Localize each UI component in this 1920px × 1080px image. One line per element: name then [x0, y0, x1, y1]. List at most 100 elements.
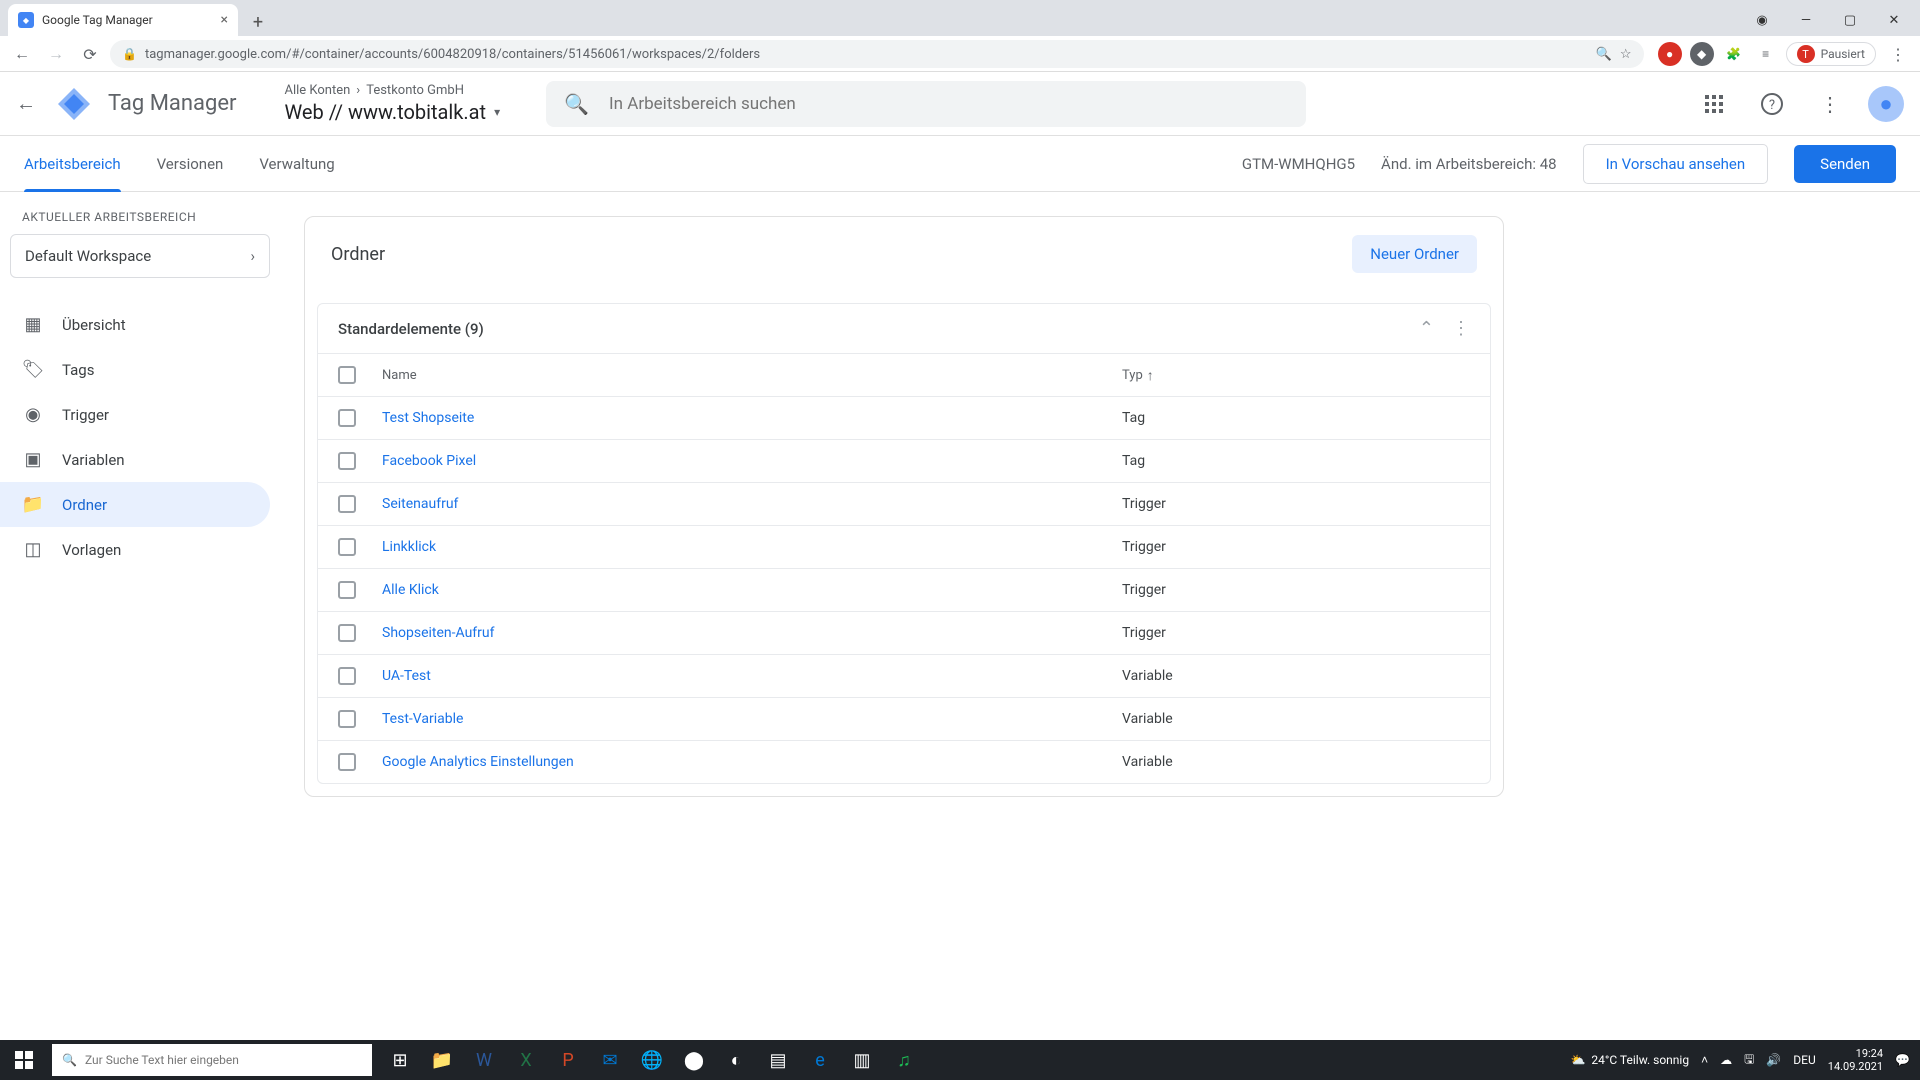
browser-back-icon[interactable]: ← — [8, 40, 36, 68]
tab-versions[interactable]: Versionen — [157, 136, 224, 192]
sidebar-item-tags[interactable]: 🏷 Tags — [0, 347, 270, 392]
table-row[interactable]: Seitenaufruf Trigger — [318, 483, 1490, 526]
row-checkbox[interactable] — [338, 538, 356, 556]
row-checkbox[interactable] — [338, 710, 356, 728]
sidebar-item-overview[interactable]: ▦ Übersicht — [0, 302, 270, 347]
action-center-icon[interactable]: 💬 — [1895, 1053, 1910, 1067]
workspace-selector[interactable]: Default Workspace › — [10, 234, 270, 278]
table-row[interactable]: UA-Test Variable — [318, 655, 1490, 698]
row-checkbox[interactable] — [338, 581, 356, 599]
row-checkbox[interactable] — [338, 624, 356, 642]
row-name-link[interactable]: Test Shopseite — [382, 410, 1122, 426]
row-name-link[interactable]: UA-Test — [382, 668, 1122, 684]
chrome-icon[interactable]: 🌐 — [632, 1040, 672, 1080]
kebab-menu-icon[interactable]: ⋮ — [1452, 318, 1470, 339]
row-name-link[interactable]: Alle Klick — [382, 582, 1122, 598]
container-id[interactable]: GTM-WMHQHG5 — [1242, 155, 1355, 173]
sidebar-item-triggers[interactable]: ◉ Trigger — [0, 392, 270, 437]
edge-icon[interactable]: e — [800, 1040, 840, 1080]
word-icon[interactable]: W — [464, 1040, 504, 1080]
breadcrumb-account[interactable]: Testkonto GmbH — [366, 83, 464, 98]
app-icon[interactable]: ▤ — [758, 1040, 798, 1080]
row-name-link[interactable]: Facebook Pixel — [382, 453, 1122, 469]
window-account-icon[interactable]: ◉ — [1740, 4, 1784, 36]
window-minimize-icon[interactable]: — — [1784, 4, 1828, 36]
start-button[interactable] — [0, 1040, 48, 1080]
row-checkbox[interactable] — [338, 452, 356, 470]
search-in-page-icon[interactable]: 🔍 — [1596, 47, 1612, 62]
tab-admin[interactable]: Verwaltung — [259, 136, 334, 192]
profile-paused[interactable]: T Pausiert — [1786, 42, 1876, 66]
row-name-link[interactable]: Linkklick — [382, 539, 1122, 555]
column-header-name[interactable]: Name — [382, 368, 1122, 383]
tray-network-icon[interactable]: 🖫 — [1744, 1050, 1754, 1071]
row-name-link[interactable]: Test-Variable — [382, 711, 1122, 727]
browser-tab[interactable]: Google Tag Manager × — [8, 4, 238, 36]
obs-icon[interactable]: ⬤ — [674, 1040, 714, 1080]
browser-reload-icon[interactable]: ⟳ — [76, 40, 104, 68]
extension-icon[interactable]: ● — [1658, 42, 1682, 66]
row-checkbox[interactable] — [338, 409, 356, 427]
column-header-type[interactable]: Typ ↑ — [1122, 367, 1154, 384]
row-checkbox[interactable] — [338, 753, 356, 771]
window-maximize-icon[interactable]: ▢ — [1828, 4, 1872, 36]
spotify-icon[interactable]: ♫ — [884, 1040, 924, 1080]
extensions-menu-icon[interactable]: 🧩 — [1722, 42, 1746, 66]
search-input[interactable] — [609, 94, 1288, 114]
row-name-link[interactable]: Google Analytics Einstellungen — [382, 754, 1122, 770]
kebab-menu-icon[interactable]: ⋮ — [1810, 84, 1850, 124]
window-close-icon[interactable]: ✕ — [1872, 4, 1916, 36]
tab-close-icon[interactable]: × — [221, 12, 228, 28]
preview-button[interactable]: In Vorschau ansehen — [1583, 144, 1769, 184]
container-selector[interactable]: Web // www.tobitalk.at ▾ — [284, 100, 500, 124]
user-avatar[interactable] — [1868, 86, 1904, 122]
tray-volume-icon[interactable]: 🔊 — [1766, 1053, 1781, 1067]
table-row[interactable]: Test Shopseite Tag — [318, 397, 1490, 440]
sidebar-item-folders[interactable]: 📁 Ordner — [0, 482, 270, 527]
tray-onedrive-icon[interactable]: ☁ — [1720, 1053, 1732, 1067]
excel-icon[interactable]: X — [506, 1040, 546, 1080]
page-title: Ordner — [331, 244, 1352, 265]
table-row[interactable]: Linkklick Trigger — [318, 526, 1490, 569]
apps-grid-icon[interactable] — [1694, 84, 1734, 124]
sidebar-item-variables[interactable]: ▣ Variablen — [0, 437, 270, 482]
breadcrumb[interactable]: Alle Konten › Testkonto GmbH — [284, 83, 500, 98]
taskbar-clock[interactable]: 19:24 14.09.2021 — [1828, 1047, 1883, 1073]
table-row[interactable]: Alle Klick Trigger — [318, 569, 1490, 612]
browser-menu-icon[interactable]: ⋮ — [1884, 40, 1912, 68]
tray-chevron-icon[interactable]: ˄ — [1701, 1053, 1708, 1067]
mail-icon[interactable]: ✉ — [590, 1040, 630, 1080]
back-arrow-icon[interactable]: ← — [16, 91, 40, 116]
reading-list-icon[interactable]: ≡ — [1754, 42, 1778, 66]
powerpoint-icon[interactable]: P — [548, 1040, 588, 1080]
new-tab-button[interactable]: + — [244, 8, 272, 36]
taskbar-search[interactable]: 🔍 Zur Suche Text hier eingeben — [52, 1044, 372, 1076]
table-row[interactable]: Test-Variable Variable — [318, 698, 1490, 741]
table-row[interactable]: Google Analytics Einstellungen Variable — [318, 741, 1490, 783]
notepad-icon[interactable]: ▥ — [842, 1040, 882, 1080]
table-row[interactable]: Shopseiten-Aufruf Trigger — [318, 612, 1490, 655]
app-icon[interactable]: ◐ — [716, 1040, 756, 1080]
task-view-icon[interactable]: ⊞ — [380, 1040, 420, 1080]
select-all-checkbox[interactable] — [338, 366, 356, 384]
new-folder-button[interactable]: Neuer Ordner — [1352, 235, 1477, 273]
taskbar-weather[interactable]: ⛅ 24°C Teilw. sonnig — [1570, 1053, 1689, 1067]
workspace-changes[interactable]: Änd. im Arbeitsbereich: 48 — [1381, 155, 1557, 173]
row-name-link[interactable]: Shopseiten-Aufruf — [382, 625, 1122, 641]
extension-icon[interactable]: ◆ — [1690, 42, 1714, 66]
help-icon[interactable]: ? — [1752, 84, 1792, 124]
tab-workspace[interactable]: Arbeitsbereich — [24, 136, 121, 192]
table-row[interactable]: Facebook Pixel Tag — [318, 440, 1490, 483]
collapse-icon[interactable]: ⌃ — [1419, 318, 1434, 339]
tray-language[interactable]: DEU — [1793, 1053, 1815, 1067]
bookmark-star-icon[interactable]: ☆ — [1620, 47, 1632, 62]
row-name-link[interactable]: Seitenaufruf — [382, 496, 1122, 512]
row-checkbox[interactable] — [338, 667, 356, 685]
breadcrumb-accounts[interactable]: Alle Konten — [284, 83, 350, 98]
address-bar[interactable]: 🔒 tagmanager.google.com/#/container/acco… — [110, 40, 1644, 68]
explorer-icon[interactable]: 📁 — [422, 1040, 462, 1080]
sidebar-item-templates[interactable]: ◫ Vorlagen — [0, 527, 270, 572]
row-checkbox[interactable] — [338, 495, 356, 513]
workspace-search[interactable]: 🔍 — [546, 81, 1306, 127]
submit-button[interactable]: Senden — [1794, 145, 1896, 183]
